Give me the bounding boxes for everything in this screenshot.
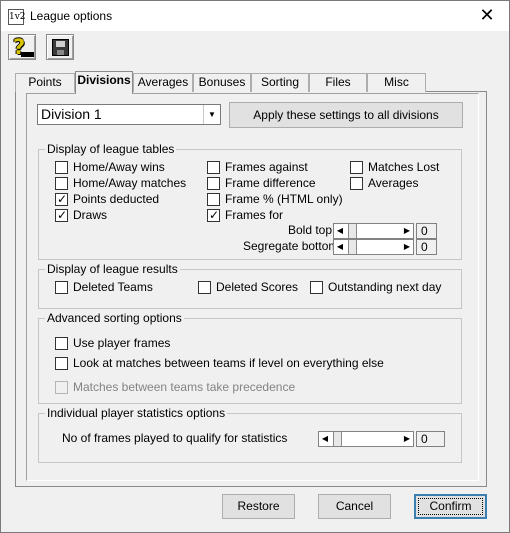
- restore-button[interactable]: Restore: [222, 494, 295, 519]
- league-options-window: 1v2 League options ✕ ? Points Divisions …: [0, 0, 510, 533]
- save-button[interactable]: [46, 34, 74, 60]
- help-button[interactable]: ?: [8, 34, 36, 60]
- league-results-title: Display of league results: [45, 262, 180, 276]
- tab-bonuses[interactable]: Bonuses: [193, 73, 251, 92]
- segregate-bottom-scrollbar[interactable]: ◀ ▶: [333, 239, 414, 255]
- app-icon: 1v2: [8, 9, 26, 25]
- cancel-button[interactable]: Cancel: [318, 494, 391, 519]
- sorting-options-title: Advanced sorting options: [45, 311, 184, 325]
- scroll-right-icon[interactable]: ▶: [401, 432, 413, 446]
- tab-strip: Points Divisions Averages Bonuses Sortin…: [15, 71, 475, 94]
- checkmark-icon: ✓: [57, 192, 68, 206]
- scroll-right-icon[interactable]: ▶: [401, 240, 413, 254]
- scroll-left-icon[interactable]: ◀: [334, 240, 346, 254]
- chevron-down-icon[interactable]: ▼: [203, 105, 220, 124]
- tab-points[interactable]: Points: [15, 73, 75, 92]
- tab-averages[interactable]: Averages: [133, 73, 193, 92]
- title-bar: 1v2 League options ✕: [1, 1, 509, 31]
- segregate-bottom-value: 0: [416, 239, 437, 255]
- division-select[interactable]: Division 1 ▼: [37, 104, 221, 125]
- division-select-value: Division 1: [41, 106, 102, 122]
- tab-misc[interactable]: Misc: [367, 73, 426, 92]
- scroll-right-icon[interactable]: ▶: [401, 224, 413, 238]
- frames-to-qualify-label: No of frames played to qualify for stati…: [62, 431, 288, 445]
- checkmark-icon: ✓: [209, 208, 220, 222]
- frames-to-qualify-scrollbar[interactable]: ◀ ▶: [318, 431, 414, 447]
- scroll-left-icon[interactable]: ◀: [319, 432, 331, 446]
- checkmark-icon: ✓: [57, 208, 68, 222]
- segregate-bottom-label: Segregate bottom: [243, 239, 339, 253]
- scroll-thumb[interactable]: [348, 240, 357, 254]
- close-icon[interactable]: ✕: [475, 5, 499, 27]
- window-title: League options: [30, 9, 113, 23]
- apply-to-all-button[interactable]: Apply these settings to all divisions: [229, 102, 463, 128]
- tab-sorting[interactable]: Sorting: [251, 73, 309, 92]
- tab-files[interactable]: Files: [309, 73, 367, 92]
- bold-top-scrollbar[interactable]: ◀ ▶: [333, 223, 414, 239]
- scroll-thumb[interactable]: [333, 432, 342, 446]
- scroll-left-icon[interactable]: ◀: [334, 224, 346, 238]
- help-pointer-icon: [21, 52, 34, 57]
- confirm-button[interactable]: Confirm: [414, 494, 487, 519]
- tab-divisions[interactable]: Divisions: [75, 71, 133, 94]
- player-stats-title: Individual player statistics options: [45, 406, 228, 420]
- frames-to-qualify-value: 0: [416, 431, 445, 447]
- bold-top-value: 0: [416, 223, 437, 239]
- floppy-disk-icon: [52, 39, 69, 56]
- league-tables-title: Display of league tables: [45, 142, 177, 156]
- scroll-thumb[interactable]: [348, 224, 357, 238]
- bold-top-label: Bold top: [288, 223, 333, 237]
- confirm-label: Confirm: [429, 499, 472, 513]
